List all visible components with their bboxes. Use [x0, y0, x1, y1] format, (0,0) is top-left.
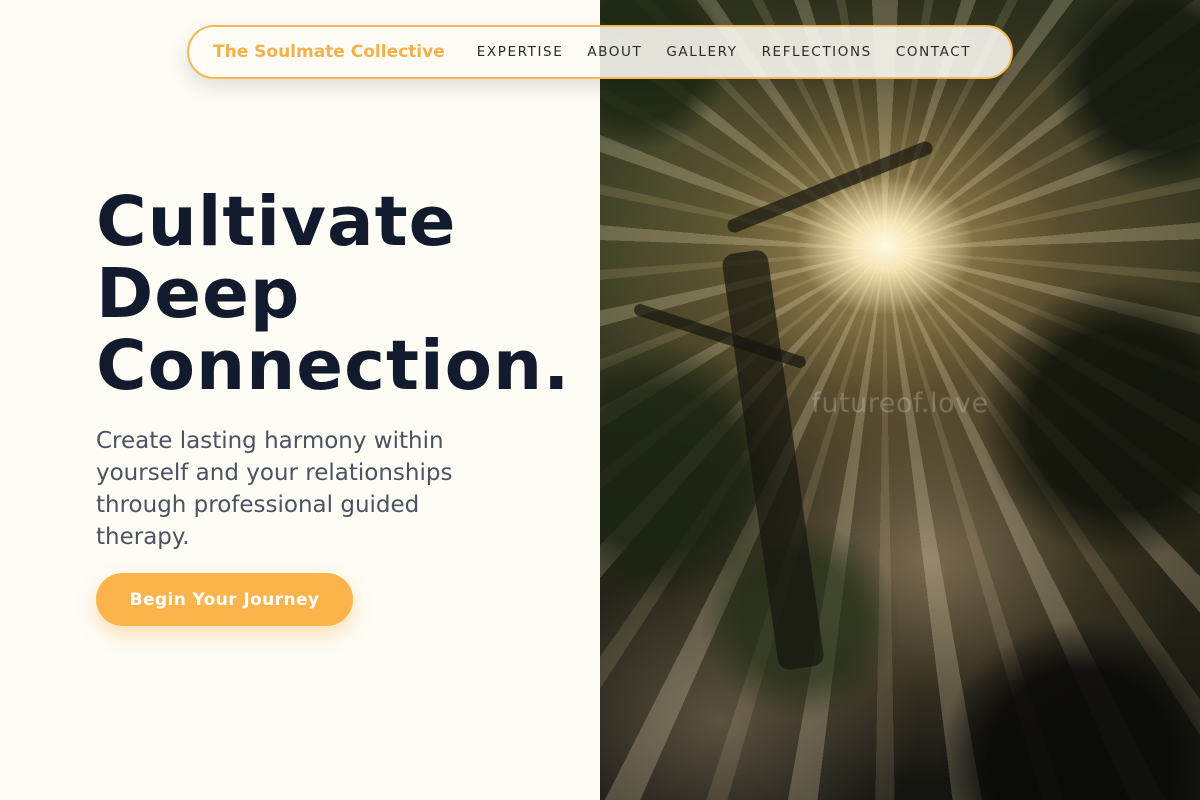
hero-title-line: Cultivate — [96, 182, 457, 262]
image-watermark: futureof.love — [600, 388, 1200, 419]
nav-link-contact[interactable]: CONTACT — [896, 44, 971, 60]
nav-links: EXPERTISE ABOUT GALLERY REFLECTIONS CONT… — [477, 44, 971, 60]
nav-link-expertise[interactable]: EXPERTISE — [477, 44, 564, 60]
watermark-text: futureof.love — [811, 388, 989, 419]
hero-title-line: Deep — [96, 254, 301, 334]
nav-link-gallery[interactable]: GALLERY — [666, 44, 737, 60]
hero-title-line: Connection. — [96, 326, 571, 406]
hero-subtitle: Create lasting harmony within yourself a… — [96, 428, 453, 550]
brand-logo[interactable]: The Soulmate Collective — [213, 42, 445, 62]
nav-link-reflections[interactable]: REFLECTIONS — [762, 44, 872, 60]
navigation-bar: The Soulmate Collective EXPERTISE ABOUT … — [187, 25, 1013, 79]
hero-title: Cultivate Deep Connection. — [96, 186, 616, 402]
begin-journey-button[interactable]: Begin Your Journey — [96, 573, 353, 626]
nav-link-about[interactable]: ABOUT — [587, 44, 642, 60]
page: futureof.love The Soulmate Collective EX… — [0, 0, 1200, 800]
